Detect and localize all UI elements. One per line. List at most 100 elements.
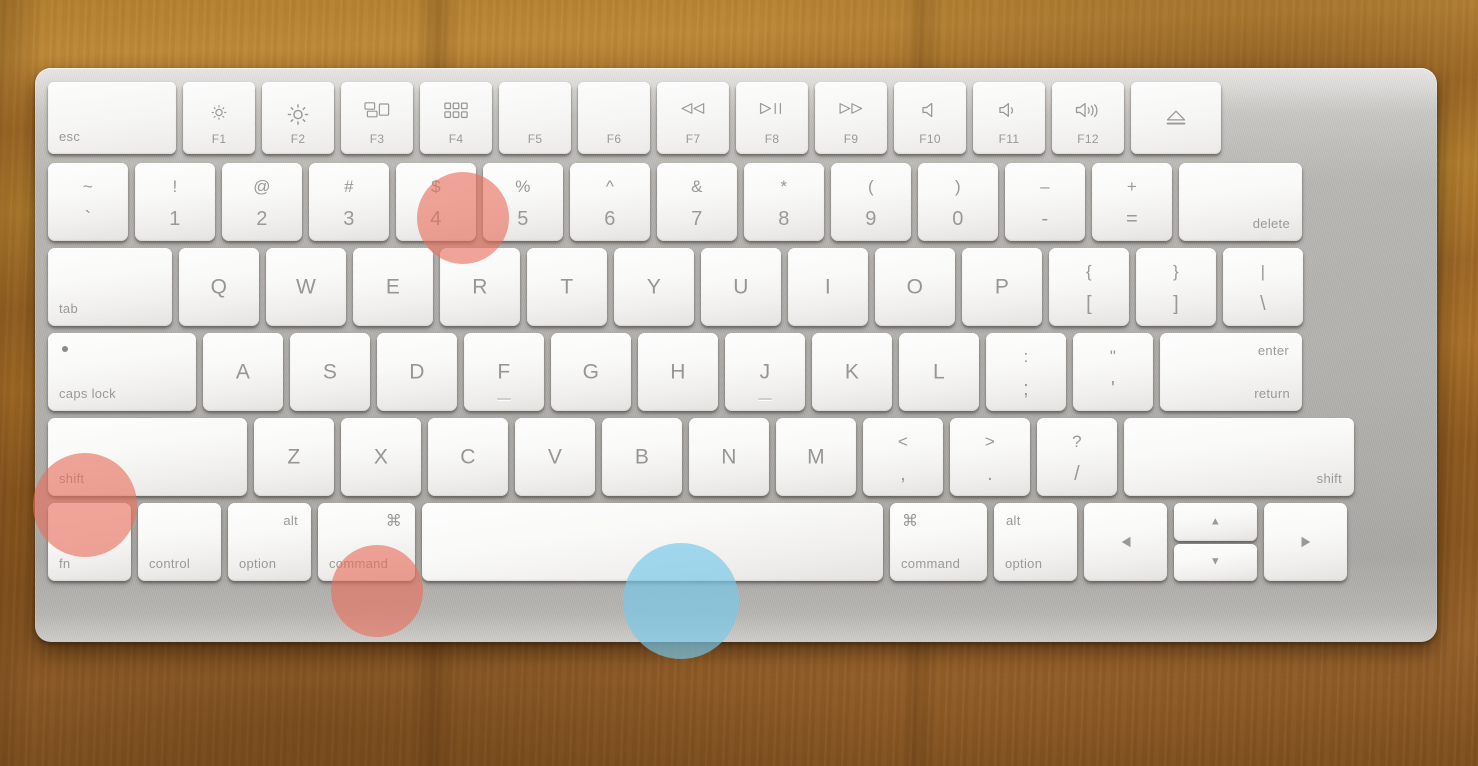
key-equal[interactable]: + =: [1092, 163, 1172, 241]
key-arrow-down[interactable]: ▼: [1174, 543, 1257, 581]
key-f11[interactable]: F11: [973, 82, 1045, 154]
key-tilde-shifted: ~: [82, 176, 94, 196]
key-tab[interactable]: tab: [48, 248, 172, 326]
key-n[interactable]: N: [689, 418, 769, 496]
key-shift-left[interactable]: shift: [48, 418, 247, 496]
key-j-label: J: [759, 360, 771, 384]
key-l[interactable]: L: [899, 333, 979, 411]
key-3[interactable]: # 3: [309, 163, 389, 241]
key-bracket-right-shifted: }: [1173, 261, 1179, 281]
key-6[interactable]: ^ 6: [570, 163, 650, 241]
key-control[interactable]: control: [138, 503, 221, 581]
key-space[interactable]: [422, 503, 883, 581]
key-4-shifted: $: [431, 176, 441, 196]
key-arrow-up[interactable]: ▲: [1174, 503, 1257, 541]
key-q[interactable]: Q: [179, 248, 259, 326]
key-f2-label: F2: [290, 132, 306, 146]
key-arrow-left[interactable]: [1084, 503, 1167, 581]
key-f3[interactable]: F3: [341, 82, 413, 154]
key-o[interactable]: O: [875, 248, 955, 326]
key-f6[interactable]: F6: [578, 82, 650, 154]
key-bracket-right[interactable]: } ]: [1136, 248, 1216, 326]
brightness-up-icon: [286, 102, 311, 127]
key-arrow-right[interactable]: [1264, 503, 1347, 581]
key-9[interactable]: ( 9: [831, 163, 911, 241]
key-f7[interactable]: F7: [657, 82, 729, 154]
key-backslash[interactable]: | \: [1223, 248, 1303, 326]
key-t[interactable]: T: [527, 248, 607, 326]
key-semicolon-base: ;: [1023, 378, 1029, 401]
key-m[interactable]: M: [776, 418, 856, 496]
key-delete[interactable]: delete: [1179, 163, 1302, 241]
key-h[interactable]: H: [638, 333, 718, 411]
key-bracket-left-base: [: [1086, 293, 1092, 316]
key-f1-label: F1: [211, 132, 227, 146]
key-fn[interactable]: fn: [48, 503, 131, 581]
key-c[interactable]: C: [428, 418, 508, 496]
key-return[interactable]: enter return: [1160, 333, 1302, 411]
key-eject[interactable]: [1131, 82, 1221, 154]
key-caps-lock[interactable]: caps lock: [48, 333, 196, 411]
key-comma[interactable]: < ,: [863, 418, 943, 496]
key-y[interactable]: Y: [614, 248, 694, 326]
key-b[interactable]: B: [602, 418, 682, 496]
key-z[interactable]: Z: [254, 418, 334, 496]
key-i[interactable]: I: [788, 248, 868, 326]
key-f4[interactable]: F4: [420, 82, 492, 154]
key-slash[interactable]: ? /: [1037, 418, 1117, 496]
key-s[interactable]: S: [290, 333, 370, 411]
key-g[interactable]: G: [551, 333, 631, 411]
key-f12[interactable]: F12: [1052, 82, 1124, 154]
key-caps-lock-label: caps lock: [59, 386, 116, 401]
key-f2[interactable]: F2: [262, 82, 334, 154]
key-arrow-up-down-cluster: ▲ ▼: [1174, 503, 1257, 581]
key-k[interactable]: K: [812, 333, 892, 411]
key-f5[interactable]: F5: [499, 82, 571, 154]
key-period-base: .: [987, 463, 993, 486]
key-semicolon[interactable]: : ;: [986, 333, 1066, 411]
bottom-row: fn control alt option ⌘ command ⌘ comman…: [48, 503, 1347, 581]
key-0[interactable]: ) 0: [918, 163, 998, 241]
key-command-left-label: command: [329, 556, 389, 571]
key-g-label: G: [582, 360, 600, 384]
key-command-left[interactable]: ⌘ command: [318, 503, 415, 581]
key-5[interactable]: % 5: [483, 163, 563, 241]
key-r[interactable]: R: [440, 248, 520, 326]
key-f8[interactable]: F8: [736, 82, 808, 154]
key-j[interactable]: J: [725, 333, 805, 411]
key-x-label: X: [373, 445, 389, 469]
key-8-base: 8: [778, 208, 790, 231]
key-a[interactable]: A: [203, 333, 283, 411]
key-v[interactable]: V: [515, 418, 595, 496]
key-u[interactable]: U: [701, 248, 781, 326]
key-semicolon-shifted: :: [1023, 346, 1029, 366]
key-x[interactable]: X: [341, 418, 421, 496]
key-7[interactable]: & 7: [657, 163, 737, 241]
key-0-base: 0: [952, 208, 964, 231]
key-h-label: H: [670, 360, 686, 384]
key-2[interactable]: @ 2: [222, 163, 302, 241]
key-d[interactable]: D: [377, 333, 457, 411]
key-e[interactable]: E: [353, 248, 433, 326]
key-w[interactable]: W: [266, 248, 346, 326]
key-f10[interactable]: F10: [894, 82, 966, 154]
key-1[interactable]: ! 1: [135, 163, 215, 241]
key-period[interactable]: > .: [950, 418, 1030, 496]
key-bracket-left[interactable]: { [: [1049, 248, 1129, 326]
key-4[interactable]: $ 4: [396, 163, 476, 241]
key-m-label: M: [807, 445, 825, 469]
key-f1[interactable]: F1: [183, 82, 255, 154]
key-8[interactable]: * 8: [744, 163, 824, 241]
key-tab-label: tab: [59, 301, 78, 316]
key-option-left[interactable]: alt option: [228, 503, 311, 581]
key-f9[interactable]: F9: [815, 82, 887, 154]
key-shift-right[interactable]: shift: [1124, 418, 1354, 496]
key-f[interactable]: F: [464, 333, 544, 411]
key-tilde[interactable]: ~ `: [48, 163, 128, 241]
key-p[interactable]: P: [962, 248, 1042, 326]
key-minus[interactable]: – -: [1005, 163, 1085, 241]
key-option-right[interactable]: alt option: [994, 503, 1077, 581]
key-quote[interactable]: " ': [1073, 333, 1153, 411]
key-esc[interactable]: esc: [48, 82, 176, 154]
key-command-right[interactable]: ⌘ command: [890, 503, 987, 581]
